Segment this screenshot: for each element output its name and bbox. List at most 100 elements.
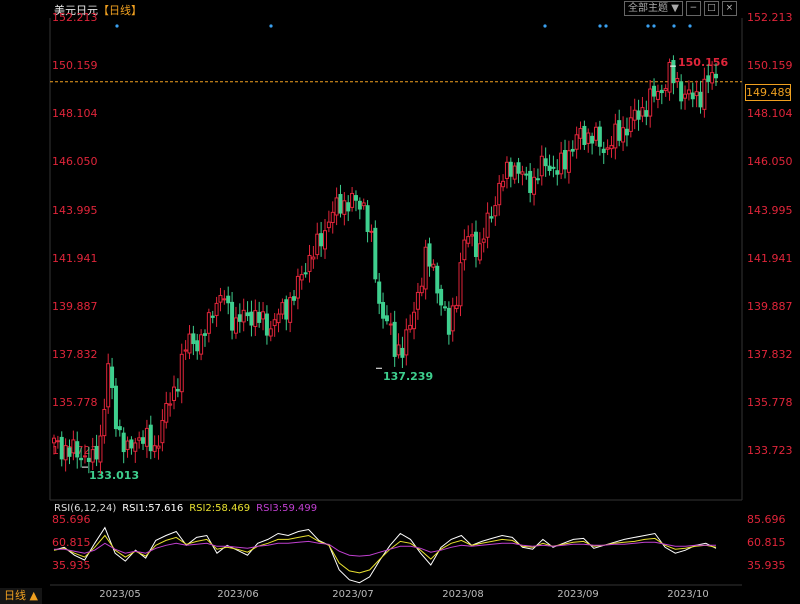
candle-body — [230, 301, 235, 331]
candle-body — [264, 313, 269, 336]
candle-body — [698, 91, 703, 108]
candle-body — [52, 437, 56, 444]
candle-body — [241, 309, 246, 323]
candle-body — [206, 312, 211, 334]
candle-body — [450, 305, 455, 332]
candle-body — [574, 134, 579, 150]
candle-body — [396, 344, 401, 356]
candle-body — [338, 194, 343, 214]
candle-body — [148, 424, 153, 452]
candle-body — [485, 212, 490, 238]
candle-body — [110, 366, 115, 389]
candle-body — [714, 73, 718, 79]
candle-body — [214, 302, 219, 316]
candle-body — [493, 205, 498, 217]
candle-body — [555, 170, 560, 175]
candle-body — [172, 386, 177, 401]
candle-body — [520, 171, 525, 175]
candle-body — [315, 233, 320, 256]
candle-body — [439, 288, 444, 306]
candle-body — [284, 299, 289, 320]
candle-body — [137, 437, 142, 441]
candle-body — [446, 307, 451, 335]
candle-body — [702, 78, 707, 110]
candle-body — [547, 165, 552, 172]
candle-body — [90, 449, 95, 463]
candle-body — [686, 89, 691, 95]
candle-body — [129, 439, 134, 449]
candle-body — [303, 272, 308, 275]
candle-body — [330, 211, 335, 224]
candle-body — [319, 233, 324, 247]
candle-body — [423, 246, 428, 290]
candle-body — [257, 311, 262, 323]
candle-body — [431, 263, 436, 268]
candle-body — [237, 314, 242, 322]
candle-body — [632, 109, 637, 121]
event-dot — [672, 24, 676, 28]
candle-body — [55, 440, 60, 443]
candle-body — [311, 256, 316, 260]
candle-body — [578, 128, 583, 139]
candle-body — [652, 85, 657, 97]
candle-body — [597, 126, 602, 147]
candle-body — [156, 445, 161, 449]
candle-body — [272, 319, 277, 327]
candle-body — [648, 88, 653, 117]
candle-body — [419, 285, 424, 294]
candle-body — [477, 243, 482, 261]
candle-body — [253, 310, 258, 328]
candle-body — [353, 195, 358, 201]
candle-body — [621, 127, 626, 143]
candle-body — [570, 148, 575, 152]
candle-body — [179, 353, 184, 393]
candle-body — [384, 315, 389, 322]
candle-body — [458, 262, 463, 307]
candle-body — [601, 148, 606, 154]
candle-body — [412, 311, 417, 330]
candle-body — [249, 311, 254, 326]
candle-body — [628, 117, 633, 132]
candle-body — [322, 230, 327, 250]
candle-body — [381, 302, 386, 319]
candle-body — [141, 437, 146, 444]
candle-body — [326, 221, 331, 229]
candle-body — [82, 455, 87, 458]
candle-body — [222, 298, 227, 301]
event-dot — [115, 24, 119, 28]
event-dot — [598, 24, 602, 28]
candle-body — [392, 321, 397, 357]
candle-body — [663, 88, 668, 91]
candle-body — [404, 329, 409, 356]
candle-body — [667, 61, 672, 93]
candle-body — [288, 297, 293, 323]
candle-body — [210, 315, 215, 318]
rsi-line-rsi1 — [53, 526, 717, 584]
candle-body — [532, 176, 537, 195]
candle-body — [63, 445, 68, 461]
candle-body — [373, 227, 378, 280]
candle-body — [245, 312, 250, 317]
candle-body — [361, 202, 366, 207]
candle-body — [357, 200, 362, 210]
candle-body — [636, 110, 641, 120]
candle-body — [671, 60, 676, 84]
candle-body — [307, 254, 312, 272]
candle-body — [79, 457, 84, 461]
candle-body — [470, 234, 475, 237]
candle-body — [613, 123, 618, 149]
candle-body — [268, 328, 273, 337]
candle-body — [75, 441, 80, 458]
candle-body — [160, 420, 165, 444]
candle-body — [369, 230, 374, 233]
candle-body — [535, 178, 540, 181]
candle-body — [168, 403, 173, 406]
candle-body — [644, 110, 649, 117]
candle-body — [605, 147, 610, 150]
candle-body — [261, 311, 266, 320]
candle-body — [400, 347, 405, 358]
candle-body — [233, 317, 238, 334]
candle-body — [334, 197, 339, 216]
event-dot — [269, 24, 273, 28]
candle-body — [199, 334, 204, 355]
